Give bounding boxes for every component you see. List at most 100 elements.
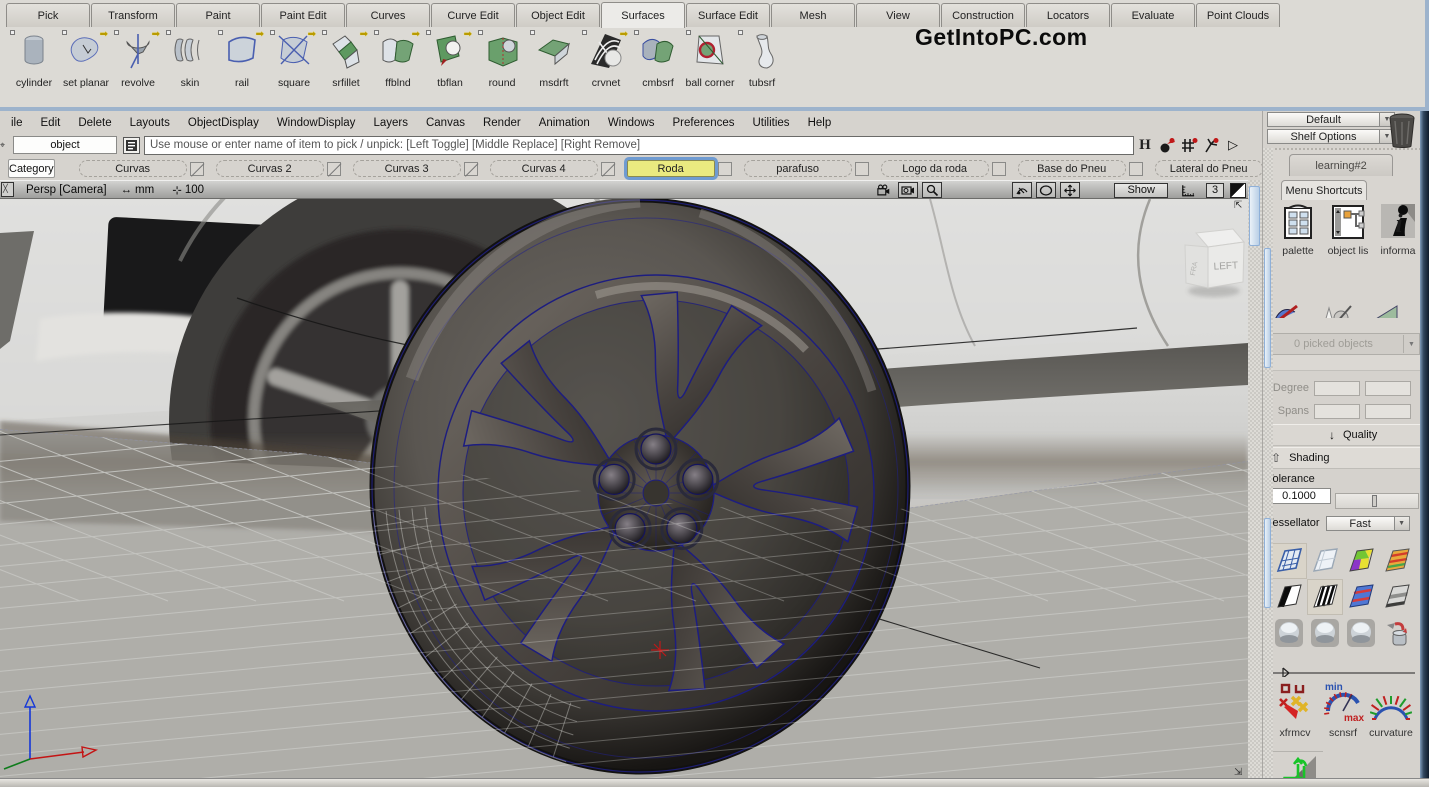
camera-view-icon[interactable] <box>898 182 918 198</box>
tool-round[interactable]: round <box>476 30 528 89</box>
tool-skin[interactable]: skin <box>164 30 216 89</box>
layer-toggle-box[interactable] <box>190 162 204 176</box>
layer-tab-curvas-3[interactable]: Curvas 3 <box>353 160 461 177</box>
menu-ile[interactable]: ile <box>2 115 32 131</box>
shading-mode-redline-button[interactable] <box>1343 579 1379 615</box>
layer-toggle-box[interactable] <box>1129 162 1143 176</box>
tool-checkbox[interactable] <box>374 30 379 35</box>
layer-tab-base-do-pneu[interactable]: Base do Pneu <box>1018 160 1126 177</box>
shelf-tab-pick[interactable]: Pick <box>6 3 90 27</box>
tool-checkbox[interactable] <box>478 30 483 35</box>
shelf-tab-point-clouds[interactable]: Point Clouds <box>1196 3 1280 27</box>
layer-toggle-box[interactable] <box>464 162 478 176</box>
tab-learning[interactable]: learning#2 <box>1289 154 1393 176</box>
viewport-resize-icon-top[interactable]: ⇱ <box>1234 201 1246 213</box>
show-button[interactable]: Show <box>1114 183 1168 198</box>
tessellator-combo[interactable]: Fast ▼ <box>1326 516 1410 531</box>
quality-section-header[interactable]: ↓ Quality <box>1263 424 1420 446</box>
menu-animation[interactable]: Animation <box>530 115 599 131</box>
tool-checkbox[interactable] <box>530 30 535 35</box>
shelf-tab-curve-edit[interactable]: Curve Edit <box>431 3 515 27</box>
scroll-thumb[interactable] <box>1264 518 1271 608</box>
perspective-viewport[interactable]: LEFT FRA ⇱ ⇲ <box>0 199 1248 780</box>
trash-icon[interactable] <box>1388 113 1416 149</box>
panel-scrollbar[interactable] <box>1263 148 1273 778</box>
tool-crvnet[interactable]: ➡crvnet <box>580 30 632 89</box>
shelf-tab-paint[interactable]: Paint <box>176 3 260 27</box>
selection-type-combo[interactable]: object <box>13 136 117 154</box>
layer-toggle-box[interactable] <box>327 162 341 176</box>
shelf-tab-object-edit[interactable]: Object Edit <box>516 3 600 27</box>
shader-tool-icon[interactable] <box>1319 296 1353 318</box>
spans-field-2[interactable] <box>1365 404 1411 419</box>
shading-mode-spray-button[interactable] <box>1379 615 1415 651</box>
shelf-tab-mesh[interactable]: Mesh <box>771 3 855 27</box>
menu-canvas[interactable]: Canvas <box>417 115 474 131</box>
prompt-expand-button[interactable]: ▷ <box>1222 136 1244 155</box>
layer-tab-curvas-4[interactable]: Curvas 4 <box>490 160 598 177</box>
twist-tool-icon[interactable] <box>1012 182 1032 198</box>
shading-mode-patches-button[interactable] <box>1343 543 1379 579</box>
scroll-thumb[interactable] <box>1249 186 1260 246</box>
degree-field-2[interactable] <box>1365 381 1411 396</box>
layer-toggle-box[interactable] <box>601 162 615 176</box>
shelf-tab-curves[interactable]: Curves <box>346 3 430 27</box>
layer-tab-curvas[interactable]: Curvas <box>79 160 187 177</box>
chevron-down-icon[interactable]: ▼ <box>1403 335 1419 353</box>
tool-srfillet[interactable]: ➡srfillet <box>320 30 372 89</box>
degree-field-1[interactable] <box>1314 381 1360 396</box>
surface-tool-icon[interactable] <box>1367 296 1401 318</box>
snap-grid-tool[interactable] <box>1178 136 1200 155</box>
tool-curvature[interactable]: curvature <box>1367 681 1415 739</box>
layer-tab-lateral-do-pneu[interactable]: Lateral do Pneu <box>1155 160 1263 177</box>
tool-checkbox[interactable] <box>218 30 223 35</box>
layer-tab-roda[interactable]: Roda <box>627 160 715 177</box>
shading-mode-ostripe-button[interactable] <box>1379 543 1415 579</box>
layer-toggle-box[interactable] <box>855 162 869 176</box>
tool-ffblnd[interactable]: ➡ffblnd <box>372 30 424 89</box>
tool-checkbox[interactable] <box>686 30 691 35</box>
paint-tool-icon[interactable] <box>1271 296 1305 318</box>
tool-tbflan[interactable]: ➡tbflan <box>424 30 476 89</box>
category-button[interactable]: Category <box>8 159 55 178</box>
tool-cylinder[interactable]: cylinder <box>8 30 60 89</box>
menu-preferences[interactable]: Preferences <box>663 115 743 131</box>
layer-toggle-box[interactable] <box>992 162 1006 176</box>
menu-windowdisplay[interactable]: WindowDisplay <box>268 115 365 131</box>
tool-checkbox[interactable] <box>634 30 639 35</box>
tool-checkbox[interactable] <box>166 30 171 35</box>
shelf-tab-surface-edit[interactable]: Surface Edit <box>686 3 770 27</box>
tolerance-slider[interactable] <box>1335 493 1419 509</box>
tool-checkbox[interactable] <box>62 30 67 35</box>
viewport-close-icon[interactable] <box>1 182 14 197</box>
tool-checkbox[interactable] <box>10 30 15 35</box>
menu-render[interactable]: Render <box>474 115 530 131</box>
menu-windows[interactable]: Windows <box>599 115 664 131</box>
ruler-icon[interactable] <box>1178 182 1198 198</box>
prompt-input[interactable] <box>144 136 1134 155</box>
menu-layers[interactable]: Layers <box>364 115 417 131</box>
tool-checkbox[interactable] <box>322 30 327 35</box>
tab-menu-shortcuts[interactable]: Menu Shortcuts <box>1281 180 1367 200</box>
spans-field-1[interactable] <box>1314 404 1360 419</box>
shelf-tab-transform[interactable]: Transform <box>91 3 175 27</box>
layer-tab-parafuso[interactable]: parafuso <box>744 160 852 177</box>
lasso-ellipse-icon[interactable] <box>1036 182 1056 198</box>
shading-section-header[interactable]: ⇧ Shading <box>1263 447 1420 469</box>
slider-thumb[interactable] <box>1372 495 1377 507</box>
shading-mode-ball-button[interactable] <box>1343 615 1379 651</box>
menu-help[interactable]: Help <box>799 115 841 131</box>
shelf-tab-evaluate[interactable]: Evaluate <box>1111 3 1195 27</box>
layout-corner-icon[interactable] <box>1230 183 1246 198</box>
tool-checkbox[interactable] <box>738 30 743 35</box>
tool-xfrmcv[interactable]: xfrmcv <box>1271 681 1319 739</box>
shading-mode-ball-button[interactable] <box>1307 615 1343 651</box>
movie-camera-icon[interactable] <box>874 182 894 198</box>
panel-scroll-strip[interactable] <box>1248 180 1262 780</box>
shelf-tab-paint-edit[interactable]: Paint Edit <box>261 3 345 27</box>
tool-tubsrf[interactable]: tubsrf <box>736 30 788 89</box>
shortcut-palette[interactable]: palette <box>1273 202 1323 257</box>
shading-mode-ball-button[interactable] <box>1271 615 1307 651</box>
picked-objects-bar[interactable]: 0 picked objects ▼ <box>1263 333 1420 355</box>
tolerance-field[interactable]: 0.1000 <box>1267 488 1331 504</box>
